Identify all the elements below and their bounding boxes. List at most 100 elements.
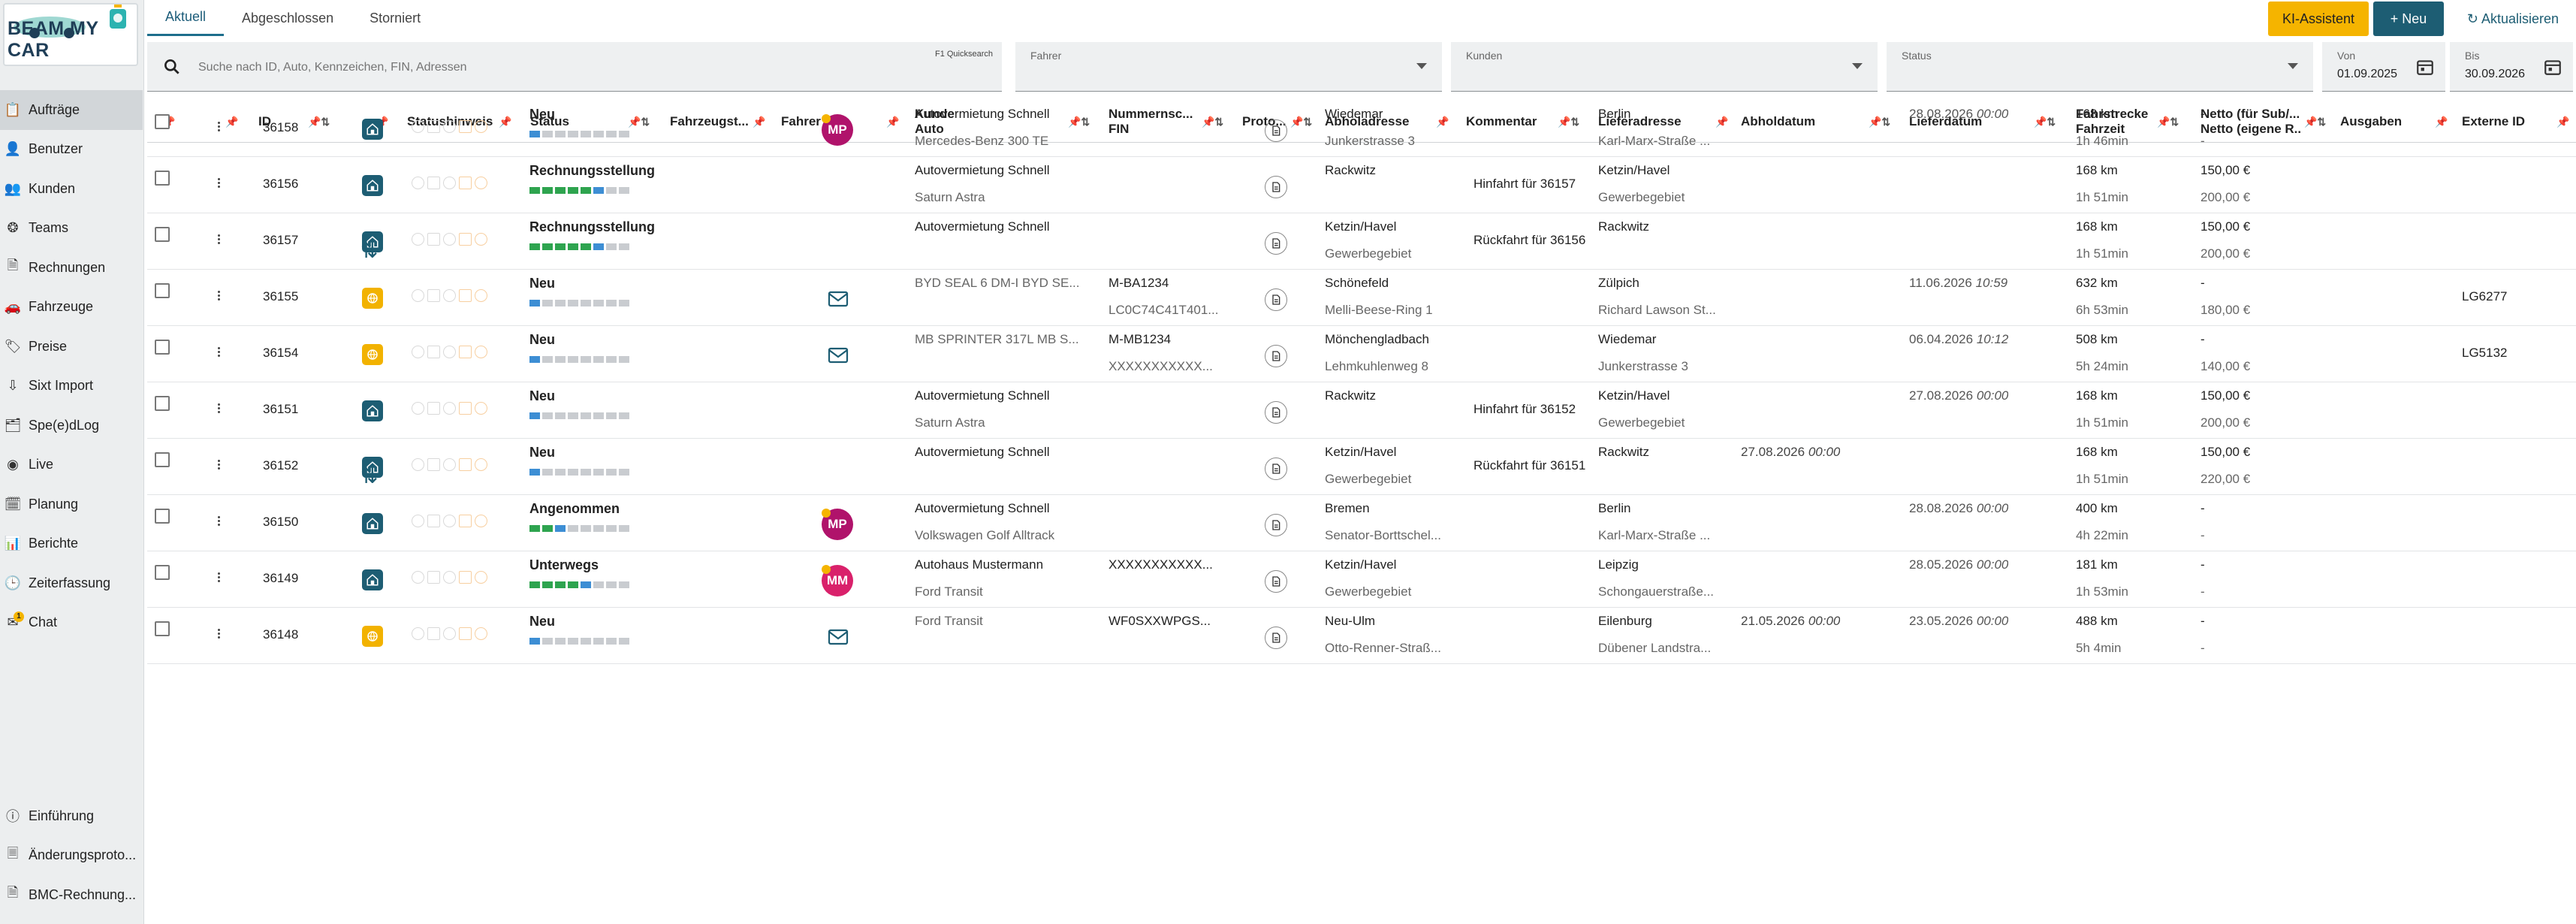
team-icon: ❂: [7, 220, 19, 236]
status-doc-icon: [427, 627, 440, 640]
table-row[interactable]: 36150 Angenommen MP Autovermietung Schnell V…: [147, 495, 2576, 551]
delivery-date-day: 28.05.2026: [1909, 557, 1974, 572]
row-checkbox[interactable]: [155, 452, 170, 467]
table-row[interactable]: 36157 Rechnungsstellung Autovermietung Sch…: [147, 213, 2576, 270]
sidebar-item-label: Spe(e)dLog: [29, 417, 100, 433]
status-hint-icons: [412, 233, 487, 246]
table-row[interactable]: 36148 Neu Ford Transit WF0SXXWPGS... Neu-Ulm…: [147, 608, 2576, 664]
protocol-icon[interactable]: [1265, 457, 1287, 480]
sidebar-item-änderungsproto-[interactable]: 🗏 Änderungsproto...: [0, 836, 143, 876]
mail-icon[interactable]: [828, 347, 849, 367]
more-icon[interactable]: [218, 291, 221, 302]
sidebar-item-sixt-import[interactable]: ⇩ Sixt Import: [0, 367, 143, 406]
home-icon: [362, 513, 383, 534]
log-icon: 🗂: [4, 417, 22, 433]
tab-aktuell[interactable]: Aktuell: [147, 0, 225, 36]
von-date-field[interactable]: Von 01.09.2025: [2322, 42, 2445, 92]
sidebar-item-rechnungen[interactable]: 🗎 Rechnungen: [0, 248, 143, 288]
calendar-icon[interactable]: [2415, 57, 2435, 77]
more-icon[interactable]: [218, 403, 221, 415]
avatar-badge: [822, 565, 831, 574]
row-checkbox[interactable]: [155, 565, 170, 580]
protocol-icon[interactable]: [1265, 345, 1287, 367]
calendar-icon[interactable]: [2543, 57, 2562, 77]
protocol-icon[interactable]: [1265, 401, 1287, 424]
tab-storniert[interactable]: Storniert: [351, 0, 439, 36]
table-row[interactable]: 36152 Neu Autovermietung Schnell Ketzin/Hav…: [147, 439, 2576, 495]
drive-time: 5h 4min: [2076, 641, 2122, 655]
row-checkbox[interactable]: [155, 396, 170, 411]
protocol-icon[interactable]: [1265, 514, 1287, 536]
protocol-icon[interactable]: [1265, 570, 1287, 593]
sidebar-item-aufträge[interactable]: 📋 Aufträge: [0, 90, 143, 130]
sidebar-item-bmc-rechnung-[interactable]: 🗎 BMC-Rechnung...: [0, 875, 143, 915]
table-row[interactable]: 36158 Neu MP Autovermietung Schnell Mercedes…: [147, 101, 2576, 157]
car-model: Ford Transit: [915, 584, 983, 599]
driver-avatar[interactable]: MP: [822, 509, 853, 540]
table-row[interactable]: 36155 Neu BYD SEAL 6 DM-I BYD SE... M-BA123…: [147, 270, 2576, 326]
row-checkbox[interactable]: [155, 621, 170, 636]
sidebar-item-benutzer[interactable]: 👤 Benutzer: [0, 130, 143, 170]
delivery-city: Berlin: [1598, 107, 1631, 121]
sidebar-item-planung[interactable]: 🗓 Planung: [0, 485, 143, 524]
distance: 168 km: [2076, 445, 2118, 459]
logo[interactable]: BEAM MY CAR: [3, 3, 138, 66]
more-icon[interactable]: [218, 122, 221, 133]
sidebar-item-teams[interactable]: ❂ Teams: [0, 209, 143, 249]
status-select[interactable]: Status: [1887, 42, 2313, 92]
sidebar-item-zeiterfassung[interactable]: 🕒 Zeiterfassung: [0, 563, 143, 603]
pickup-street: Melli-Beese-Ring 1: [1325, 303, 1433, 317]
new-order-button[interactable]: + Neu: [2373, 2, 2444, 36]
more-icon[interactable]: [218, 234, 221, 246]
tab-abgeschlossen[interactable]: Abgeschlossen: [224, 0, 351, 36]
more-icon[interactable]: [218, 178, 221, 189]
table-row[interactable]: 36149 Unterwegs MM Autohaus Mustermann Ford …: [147, 551, 2576, 608]
driver-avatar[interactable]: MM: [822, 565, 853, 596]
sidebar-item-fahrzeuge[interactable]: 🚗 Fahrzeuge: [0, 288, 143, 328]
search-field[interactable]: F1 Quicksearch: [147, 42, 1002, 92]
protocol-icon[interactable]: [1265, 176, 1287, 198]
customer-name: MB SPRINTER 317L MB S...: [915, 332, 1079, 346]
driver-avatar[interactable]: MP: [822, 114, 853, 146]
row-checkbox[interactable]: [155, 171, 170, 186]
sidebar-item-live[interactable]: ◉ Live: [0, 445, 143, 485]
sidebar-item-kunden[interactable]: 👥 Kunden: [0, 169, 143, 209]
row-checkbox[interactable]: [155, 509, 170, 524]
row-checkbox[interactable]: [155, 227, 170, 242]
kunden-select[interactable]: Kunden: [1451, 42, 1878, 92]
table-row[interactable]: 36151 Neu Autovermietung Schnell Saturn Ast…: [147, 382, 2576, 439]
protocol-icon[interactable]: [1265, 288, 1287, 311]
more-icon[interactable]: [218, 516, 221, 527]
sidebar-item-spe-e-dlog[interactable]: 🗂 Spe(e)dLog: [0, 406, 143, 445]
more-icon[interactable]: [218, 629, 221, 640]
sidebar-item-berichte[interactable]: 📊 Berichte: [0, 524, 143, 564]
bis-date-field[interactable]: Bis 30.09.2026: [2450, 42, 2573, 92]
status-progress: [529, 581, 629, 588]
sidebar-item-einführung[interactable]: ⓘ Einführung: [0, 796, 143, 836]
more-icon[interactable]: [218, 460, 221, 471]
sidebar-item-preise[interactable]: 🏷 Preise: [0, 327, 143, 367]
row-checkbox[interactable]: [155, 114, 170, 129]
protocol-icon[interactable]: [1265, 232, 1287, 255]
pickup-city: Neu-Ulm: [1325, 614, 1376, 628]
search-input[interactable]: [198, 59, 859, 77]
row-checkbox[interactable]: [155, 283, 170, 298]
mail-icon[interactable]: [828, 629, 849, 649]
status-hint-icons: [412, 177, 487, 189]
chat-badge: 1: [14, 611, 24, 622]
more-icon[interactable]: [218, 347, 221, 358]
more-icon[interactable]: [218, 572, 221, 584]
row-checkbox[interactable]: [155, 340, 170, 355]
fahrer-select[interactable]: Fahrer: [1015, 42, 1442, 92]
refresh-button[interactable]: ↻ Aktualisieren: [2454, 2, 2571, 36]
table-row[interactable]: 36156 Rechnungsstellung Autovermietung Sch…: [147, 157, 2576, 213]
sidebar-item-chat[interactable]: ✉ 1 Chat: [0, 603, 143, 643]
protocol-icon[interactable]: [1265, 119, 1287, 142]
status-clock-icon: [443, 458, 456, 471]
sidebar-item-label: Änderungsproto...: [29, 847, 137, 863]
table-row[interactable]: 36154 Neu MB SPRINTER 317L MB S... M-MB1234…: [147, 326, 2576, 382]
protocol-icon[interactable]: [1265, 627, 1287, 649]
mail-icon[interactable]: [828, 291, 849, 311]
ki-assistent-button[interactable]: KI-Assistent: [2268, 2, 2369, 36]
status-doc-icon: [427, 177, 440, 189]
